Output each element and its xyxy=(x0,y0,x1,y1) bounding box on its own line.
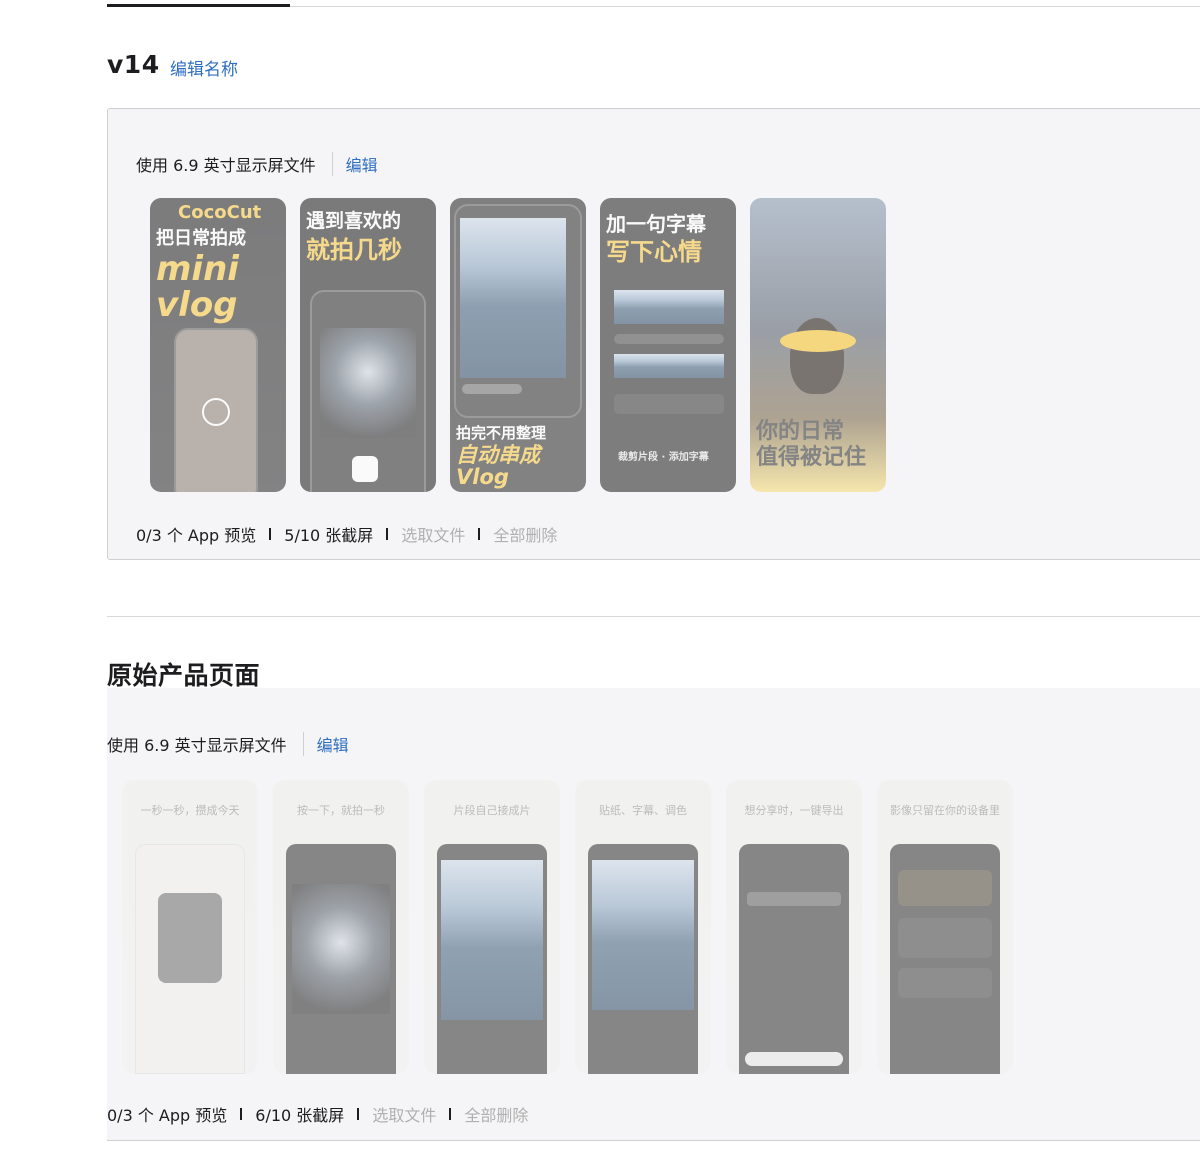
device-row-divider xyxy=(302,732,304,756)
play-icon xyxy=(202,398,230,426)
screenshot-caption-big: 值得被记住 xyxy=(756,445,867,470)
app-preview-count: 0/3 个 App 预览 xyxy=(136,526,257,545)
screenshot-brand: CocoCut xyxy=(178,202,262,223)
sea-image xyxy=(441,860,543,1020)
section-divider xyxy=(107,616,1200,617)
panel-bottom-border xyxy=(107,1140,1200,1141)
screenshot-caption: 片段自己接成片 xyxy=(453,804,531,817)
phone-mockup xyxy=(286,844,396,1074)
phone-mockup xyxy=(588,844,698,1074)
settings-group xyxy=(898,968,992,998)
device-row: 使用 6.9 英寸显示屏文件 编辑 xyxy=(107,732,349,756)
screenshot-caption: 想分享时，一键导出 xyxy=(744,804,844,817)
version-media-panel: 使用 6.9 英寸显示屏文件 编辑 CocoCut 把日常拍成 mini vlo… xyxy=(107,108,1200,560)
phone-mockup xyxy=(739,844,849,1074)
status-separator xyxy=(386,528,389,540)
screenshot-thumbnail[interactable]: 贴纸、字幕、调色 xyxy=(575,780,711,1074)
screenshot-thumbnail[interactable]: 按一下，就拍一秒 xyxy=(273,780,409,1074)
screenshot-caption-big: mini vlog xyxy=(156,249,239,325)
sea-image xyxy=(592,860,694,1010)
phone-mockup xyxy=(437,844,547,1074)
screenshot-caption: 按一下，就拍一秒 xyxy=(297,804,385,817)
device-label: 使用 6.9 英寸显示屏文件 xyxy=(107,736,287,755)
screenshot-thumbnail[interactable]: 一秒一秒，攒成今天 xyxy=(122,780,258,1074)
choose-file-button[interactable]: 选取文件 xyxy=(372,1102,436,1126)
screenshot-caption: 影像只留在你的设备里 xyxy=(890,804,1000,817)
screenshot-gallery: 一秒一秒，攒成今天 按一下，就拍一秒 片段自己接成片 贴纸、字幕、调色 想分享时… xyxy=(122,780,1013,1074)
screenshot-caption-big: 自动串成Vlog xyxy=(456,443,540,490)
export-option xyxy=(747,892,841,906)
status-separator xyxy=(357,1108,360,1120)
screenshot-thumbnail[interactable]: 想分享时，一键导出 xyxy=(726,780,862,1074)
screenshot-caption: 你的日常 xyxy=(756,419,845,444)
status-separator xyxy=(478,528,481,540)
export-button xyxy=(745,1052,843,1066)
phone-mockup xyxy=(135,844,245,1074)
original-page-title: 原始产品页面 xyxy=(107,661,261,690)
settings-banner xyxy=(898,870,992,906)
media-status-row: 0/3 个 App 预览 6/10 张截屏 选取文件 全部删除 xyxy=(107,1102,528,1126)
hat-image xyxy=(780,330,856,352)
delete-all-button[interactable]: 全部删除 xyxy=(464,1102,528,1126)
fireworks-image xyxy=(320,328,416,438)
media-status-row: 0/3 个 App 预览 5/10 张截屏 选取文件 全部删除 xyxy=(136,522,557,546)
choose-file-button[interactable]: 选取文件 xyxy=(401,522,465,546)
status-separator xyxy=(240,1108,243,1120)
screenshot-count: 6/10 张截屏 xyxy=(255,1106,345,1125)
status-separator xyxy=(269,528,272,540)
delete-all-button[interactable]: 全部删除 xyxy=(493,522,557,546)
screenshot-thumbnail[interactable]: CocoCut 把日常拍成 mini vlog xyxy=(150,198,286,492)
edit-device-link[interactable]: 编辑 xyxy=(317,732,349,756)
device-row: 使用 6.9 英寸显示屏文件 编辑 xyxy=(136,152,378,176)
screenshot-gallery: CocoCut 把日常拍成 mini vlog 遇到喜欢的 就拍几秒 拍完不用整… xyxy=(150,198,886,492)
screenshot-caption: 一秒一秒，攒成今天 xyxy=(140,804,240,817)
screenshot-thumbnail[interactable]: 遇到喜欢的 就拍几秒 xyxy=(300,198,436,492)
edit-device-link[interactable]: 编辑 xyxy=(346,152,378,176)
food-image xyxy=(158,893,222,983)
edit-name-link[interactable]: 编辑名称 xyxy=(170,55,238,80)
version-title: v14 xyxy=(107,50,160,79)
screenshot-count: 5/10 张截屏 xyxy=(284,526,374,545)
screenshot-caption-big: 就拍几秒 xyxy=(306,236,402,264)
screenshot-thumbnail[interactable]: 你的日常 值得被记住 xyxy=(750,198,886,492)
device-label: 使用 6.9 英寸显示屏文件 xyxy=(136,156,316,175)
app-preview-count: 0/3 个 App 预览 xyxy=(107,1106,228,1125)
device-row-divider xyxy=(331,152,333,176)
screenshot-thumbnail[interactable]: 片段自己接成片 xyxy=(424,780,560,1074)
screenshot-caption: 把日常拍成 xyxy=(156,228,246,249)
sea-image xyxy=(614,290,724,324)
fireworks-image xyxy=(292,884,390,1014)
sea-image xyxy=(460,218,566,378)
screenshot-caption-big: 写下心情 xyxy=(606,238,702,266)
active-tab-indicator xyxy=(107,4,290,7)
screenshot-thumbnail[interactable]: 影像只留在你的设备里 xyxy=(877,780,1013,1074)
phone-mockup xyxy=(890,844,1000,1074)
screenshot-footnote: 裁剪片段 · 添加字幕 xyxy=(618,452,709,463)
original-media-panel: 使用 6.9 英寸显示屏文件 编辑 一秒一秒，攒成今天 按一下，就拍一秒 片段自… xyxy=(107,688,1200,1140)
screenshot-caption: 拍完不用整理 xyxy=(456,424,547,442)
timeline-strip xyxy=(614,354,724,378)
status-separator xyxy=(449,1108,452,1120)
clip-strip xyxy=(462,384,522,394)
screenshot-caption: 加一句字幕 xyxy=(606,212,706,236)
screenshot-thumbnail[interactable]: 拍完不用整理 自动串成Vlog xyxy=(450,198,586,492)
screenshot-caption: 遇到喜欢的 xyxy=(306,210,402,232)
caption-input xyxy=(614,394,724,414)
screenshot-thumbnail[interactable]: 加一句字幕 写下心情 裁剪片段 · 添加字幕 xyxy=(600,198,736,492)
speed-control xyxy=(614,334,724,344)
settings-group xyxy=(898,918,992,958)
screenshot-caption: 贴纸、字幕、调色 xyxy=(599,804,687,817)
shutter-icon xyxy=(352,456,378,482)
